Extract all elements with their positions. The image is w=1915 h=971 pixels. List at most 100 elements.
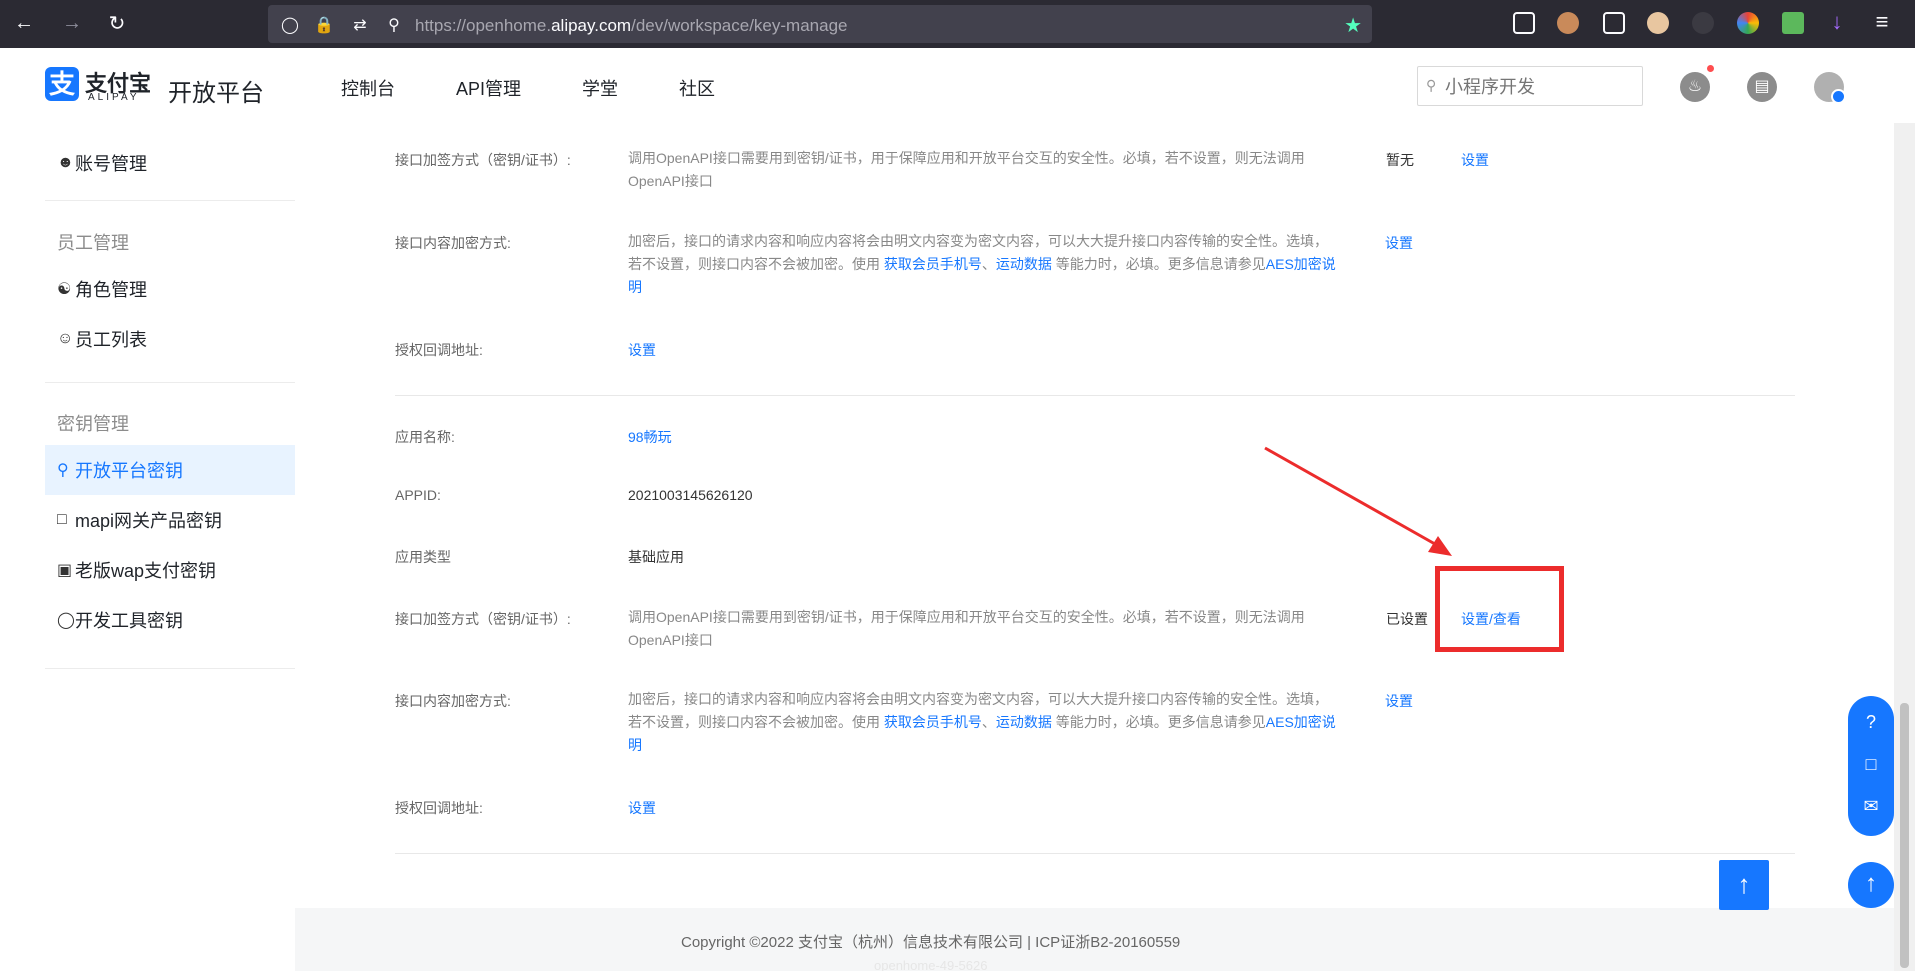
encrypt-method-desc: 加密后，接口的请求内容和响应内容将会由明文内容变为密文内容，可以大大提升接口内容… bbox=[628, 233, 1336, 295]
key-circle-icon: ⚲ bbox=[57, 462, 69, 479]
bookmark-star-icon[interactable]: ★ bbox=[1344, 13, 1362, 38]
sidebar-item-label: 员工列表 bbox=[75, 330, 147, 350]
sidebar-item-account[interactable]: ☻ 账号管理 bbox=[45, 138, 295, 188]
back-arrow-icon[interactable]: ← bbox=[12, 11, 36, 35]
sidebar-item-wap-key[interactable]: ▣ 老版wap支付密钥 bbox=[45, 545, 295, 595]
sign-method-label: 接口加签方式（密钥/证书）: bbox=[395, 611, 571, 627]
copyright-text: Copyright ©2022 支付宝（杭州）信息技术有限公司 | ICP证浙B… bbox=[681, 934, 1181, 951]
sidebar-group-staff: 员工管理 bbox=[57, 233, 129, 253]
main-content: 接口加签方式（密钥/证书）: 调用OpenAPI接口需要用到密钥/证书，用于保障… bbox=[295, 123, 1915, 908]
sidebar-item-label: mapi网关产品密钥 bbox=[75, 511, 223, 531]
nav-community[interactable]: 社区 bbox=[679, 75, 715, 101]
callback-url-set-link[interactable]: 设置 bbox=[628, 340, 656, 360]
app-name-label: 应用名称: bbox=[395, 429, 455, 445]
get-phone-link[interactable]: 获取会员手机号 bbox=[884, 256, 982, 272]
sidebar-item-staff-list[interactable]: ☺ 员工列表 bbox=[45, 314, 295, 364]
sidebar-group-keys: 密钥管理 bbox=[57, 414, 129, 434]
help-question-icon[interactable]: ? bbox=[1859, 710, 1883, 734]
help-panel: ? □ ✉ bbox=[1848, 696, 1894, 836]
sport-data-link[interactable]: 运动数据 bbox=[996, 256, 1052, 272]
sign-method-set-link[interactable]: 设置 bbox=[1461, 150, 1489, 170]
logo-platform-text[interactable]: 开放平台 bbox=[168, 73, 264, 108]
sign-method-desc: 调用OpenAPI接口需要用到密钥/证书，用于保障应用和开放平台交互的安全性。必… bbox=[628, 150, 1305, 189]
search-input[interactable] bbox=[1445, 75, 1635, 99]
browser-toolbar: ← → ↻ ◯ 🔒 ⇄ ⚲ https://openhome.alipay.co… bbox=[0, 0, 1915, 48]
sidebar-item-label: 开发工具密钥 bbox=[75, 611, 183, 631]
encrypt-method-set-link[interactable]: 设置 bbox=[1385, 233, 1413, 253]
alipay-logo-icon[interactable]: 支 bbox=[45, 67, 79, 101]
bell-icon[interactable]: ♨ bbox=[1680, 72, 1710, 102]
sidebar-item-open-platform-key[interactable]: ⚲ 开放平台密钥 bbox=[45, 445, 295, 495]
sidebar-divider bbox=[45, 668, 295, 669]
encrypt-method-desc: 加密后，接口的请求内容和响应内容将会由明文内容变为密文内容，可以大大提升接口内容… bbox=[628, 691, 1336, 753]
bulb-icon: ◯ bbox=[57, 612, 75, 629]
extension-color-icon[interactable] bbox=[1737, 12, 1759, 34]
logo-en-text: ALIPAY bbox=[88, 92, 140, 103]
extension-dark-icon[interactable] bbox=[1692, 12, 1714, 34]
user-icon: ☻ bbox=[57, 154, 74, 171]
sidebar-item-mapi-key[interactable]: □ mapi网关产品密钥 bbox=[45, 495, 295, 545]
sidebar-divider bbox=[45, 200, 295, 201]
menu-icon[interactable]: ≡ bbox=[1871, 11, 1893, 34]
sign-method-status: 已设置 bbox=[1386, 611, 1428, 627]
url-text[interactable]: https://openhome.alipay.com/dev/workspac… bbox=[415, 16, 847, 36]
site-header: 支 支付宝 ALIPAY 开放平台 控制台 API管理 学堂 社区 ⚲ ♨ ▤ bbox=[0, 48, 1915, 123]
sidebar-divider bbox=[45, 382, 295, 383]
encrypt-method-label: 接口内容加密方式: bbox=[395, 693, 511, 709]
sport-data-link[interactable]: 运动数据 bbox=[996, 714, 1052, 730]
footer-ghost-text: openhome-49-5626 bbox=[874, 958, 988, 971]
float-back-to-top-button[interactable]: ↑ bbox=[1848, 862, 1894, 908]
sign-method-label: 接口加签方式（密钥/证书）: bbox=[395, 152, 571, 168]
appid-value: 2021003145626120 bbox=[628, 487, 753, 503]
app-type-label: 应用类型 bbox=[395, 549, 451, 565]
encrypt-method-set-link[interactable]: 设置 bbox=[1385, 691, 1413, 711]
notification-dot bbox=[1707, 65, 1714, 72]
sidebar-item-role[interactable]: ☯ 角色管理 bbox=[45, 264, 295, 314]
scrollbar[interactable] bbox=[1894, 123, 1915, 971]
footer: Copyright ©2022 支付宝（杭州）信息技术有限公司 | ICP证浙B… bbox=[0, 908, 1894, 971]
document-icon[interactable]: ▤ bbox=[1747, 72, 1777, 102]
role-icon: ☯ bbox=[57, 281, 72, 298]
shield-icon[interactable]: ◯ bbox=[280, 15, 300, 35]
sign-method-status: 暂无 bbox=[1386, 152, 1414, 168]
extension-avatar-icon[interactable] bbox=[1557, 12, 1579, 34]
app-name-link[interactable]: 98畅玩 bbox=[628, 427, 672, 447]
callback-url-set-link[interactable]: 设置 bbox=[628, 798, 656, 818]
scrollbar-thumb[interactable] bbox=[1900, 703, 1909, 968]
section-divider bbox=[395, 395, 1795, 396]
avatar-badge-icon bbox=[1831, 89, 1846, 104]
search-icon: ⚲ bbox=[1426, 77, 1437, 93]
reload-icon[interactable]: ↻ bbox=[105, 11, 129, 35]
pocket-icon[interactable] bbox=[1513, 12, 1535, 34]
user-list-icon: ☺ bbox=[57, 330, 74, 347]
key-icon[interactable]: ⚲ bbox=[384, 15, 404, 35]
gateway-icon: □ bbox=[57, 511, 67, 528]
download-icon[interactable]: ↓ bbox=[1826, 11, 1848, 34]
appid-label: APPID: bbox=[395, 487, 441, 503]
sidebar-item-label: 账号管理 bbox=[75, 154, 147, 174]
sidebar-item-label: 角色管理 bbox=[75, 280, 147, 300]
extension-green-icon[interactable] bbox=[1782, 12, 1804, 34]
nav-api[interactable]: API管理 bbox=[456, 75, 521, 101]
forward-arrow-icon[interactable]: → bbox=[60, 11, 84, 35]
annotation-highlight-box bbox=[1435, 566, 1564, 652]
back-to-top-button[interactable]: ↑ bbox=[1719, 860, 1769, 910]
nav-console[interactable]: 控制台 bbox=[341, 75, 395, 101]
callback-url-label: 授权回调地址: bbox=[395, 800, 483, 816]
sidebar-item-devtool-key[interactable]: ◯ 开发工具密钥 bbox=[45, 595, 295, 645]
address-bar[interactable]: ◯ 🔒 ⇄ ⚲ https://openhome.alipay.com/dev/… bbox=[268, 5, 1372, 43]
permissions-icon[interactable]: ⇄ bbox=[350, 15, 370, 35]
app-type-value: 基础应用 bbox=[628, 549, 684, 565]
feedback-icon[interactable]: ✉ bbox=[1859, 794, 1883, 818]
sidebar: ☻ 账号管理 员工管理 ☯ 角色管理 ☺ 员工列表 密钥管理 ⚲ 开放平台密钥 … bbox=[0, 123, 295, 971]
chat-icon[interactable]: □ bbox=[1859, 752, 1883, 776]
nav-academy[interactable]: 学堂 bbox=[582, 75, 618, 101]
sidebar-item-label: 老版wap支付密钥 bbox=[75, 561, 217, 581]
reader-glasses-icon[interactable] bbox=[1603, 12, 1625, 34]
section-divider bbox=[395, 853, 1795, 854]
extension-face-icon[interactable] bbox=[1647, 12, 1669, 34]
sign-method-desc: 调用OpenAPI接口需要用到密钥/证书，用于保障应用和开放平台交互的安全性。必… bbox=[628, 609, 1305, 648]
search-box[interactable]: ⚲ bbox=[1417, 66, 1643, 106]
get-phone-link[interactable]: 获取会员手机号 bbox=[884, 714, 982, 730]
lock-icon[interactable]: 🔒 bbox=[314, 15, 334, 35]
